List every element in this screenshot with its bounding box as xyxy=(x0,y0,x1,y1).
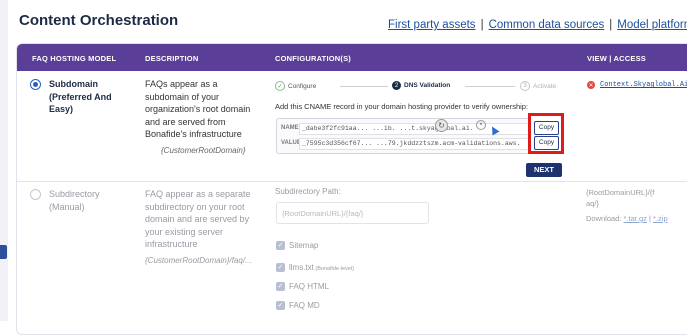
header-model: FAQ HOSTING MODEL xyxy=(32,54,117,63)
description-subdomain: FAQs appear as a subdomain of your organ… xyxy=(145,78,250,157)
check-icon: ✓ xyxy=(275,81,285,91)
copy-value-button[interactable]: Copy xyxy=(534,136,559,150)
cname-value-value[interactable]: _7595c3d356cf67... ...79.jkddzztszm.acm-… xyxy=(299,138,529,150)
top-links: First party assets | Common data sources | M… xyxy=(388,19,687,31)
sitemap-checkbox[interactable]: ✓ xyxy=(276,241,285,250)
step-connector xyxy=(340,86,388,87)
link-first-party-assets[interactable]: First party assets xyxy=(388,19,476,31)
header-description: DESCRIPTION xyxy=(145,54,199,63)
table-header: FAQ HOSTING MODEL DESCRIPTION CONFIGURAT… xyxy=(17,44,687,71)
desc-line: organization's root domain xyxy=(145,104,251,114)
download-label: Download: xyxy=(586,214,622,223)
description-subdirectory: FAQ appear as a separate subdirectory on… xyxy=(145,188,252,267)
step-number: 3 xyxy=(520,81,530,91)
llms-label: llms.txt (Bonafide-level) xyxy=(289,263,354,272)
next-button[interactable]: NEXT xyxy=(526,163,562,177)
radio-subdomain[interactable] xyxy=(30,79,41,90)
row-divider xyxy=(17,181,687,182)
step-activate: 3 Activate xyxy=(520,81,556,91)
check-label-text: llms.txt xyxy=(289,263,314,272)
model-subdomain[interactable]: Subdomain (Preferred And Easy) xyxy=(49,78,112,116)
model-label-line: Subdomain xyxy=(49,79,98,89)
model-subdirectory[interactable]: Subdirectory (Manual) xyxy=(49,188,100,213)
subdirectory-path-label: Subdirectory Path: xyxy=(275,187,341,196)
cname-instruction: Add this CNAME record in your domain hos… xyxy=(275,102,529,111)
faq-md-label: FAQ MD xyxy=(289,301,320,310)
model-label-line: (Preferred And xyxy=(49,91,112,102)
copy-name-button[interactable]: Copy xyxy=(534,121,559,135)
step-label: Configure xyxy=(288,82,317,90)
download-tar-link[interactable]: *.tar.gz xyxy=(624,214,647,223)
link-model-platforms[interactable]: Model platforms xyxy=(617,19,687,31)
value-label: VALUE xyxy=(281,140,301,146)
desc-line: infrastructure xyxy=(145,239,198,249)
llms-checkbox[interactable]: ✓ xyxy=(276,263,285,272)
step-dns-validation: 2 DNS Validation xyxy=(392,81,450,90)
check-label-text: FAQ HTML xyxy=(289,282,330,291)
header-configuration: CONFIGURATION(S) xyxy=(275,54,351,63)
desc-line: your existing server xyxy=(145,226,224,237)
model-label-line: Subdirectory xyxy=(49,189,100,199)
check-label-text: FAQ MD xyxy=(289,301,320,310)
sitemap-label: Sitemap xyxy=(289,241,318,250)
subdomain-link[interactable]: Context.Skyaglobal.Ai xyxy=(600,81,687,89)
desc-example: {CustomerRootDomain}/faq/... xyxy=(145,255,252,265)
name-label: NAME xyxy=(281,125,299,131)
link-common-data-sources[interactable]: Common data sources xyxy=(489,19,605,31)
desc-line: and are served from xyxy=(145,116,226,127)
desc-line: domain and are served by xyxy=(145,214,250,224)
step-label: DNS Validation xyxy=(404,82,451,89)
desc-line: subdomain of your xyxy=(145,91,220,102)
hosting-table: FAQ HOSTING MODEL DESCRIPTION CONFIGURAT… xyxy=(16,43,687,335)
step-label: Activate xyxy=(533,82,557,90)
model-label-line: (Manual) xyxy=(49,201,85,212)
subdirectory-path-input[interactable]: {RootDomainURL}/{faq/} xyxy=(276,202,429,224)
view-access-subdirectory: {RootDomainURL}/{f aq/} Download: *.tar.… xyxy=(586,188,668,223)
link-separator: | xyxy=(480,19,484,31)
error-icon: ✕ xyxy=(587,81,595,89)
header-view-access: VIEW | ACCESS xyxy=(587,54,647,63)
download-zip-link[interactable]: *.zip xyxy=(653,214,668,223)
check-label-text: Sitemap xyxy=(289,241,319,250)
faq-md-checkbox[interactable]: ✓ xyxy=(276,301,285,310)
desc-line: Bonafide's infrastructure xyxy=(145,129,242,139)
sidebar-active-marker xyxy=(0,245,7,259)
desc-example: {CustomerRootDomain} xyxy=(161,145,246,155)
desc-line: FAQ appear as a separate xyxy=(145,189,251,199)
check-label-note: (Bonafide-level) xyxy=(313,266,354,272)
link-separator: | xyxy=(609,19,613,31)
faq-html-label: FAQ HTML xyxy=(289,282,329,291)
radio-subdirectory[interactable] xyxy=(30,189,41,200)
view-path-line: aq/} xyxy=(586,199,599,208)
view-access-subdomain: ✕ Context.Skyaglobal.Ai xyxy=(587,81,687,89)
view-path-line: {RootDomainURL}/{f xyxy=(586,188,655,197)
model-label-line: Easy) xyxy=(49,104,74,114)
faq-html-checkbox[interactable]: ✓ xyxy=(276,282,285,291)
step-configure: ✓ Configure xyxy=(275,81,316,91)
step-connector xyxy=(465,86,515,87)
desc-line: subdirectory on your root xyxy=(145,201,245,212)
cname-record: NAME _dabe3f2fc91aa... ...ib. ...t.skyag… xyxy=(276,118,531,154)
desc-line: FAQs appear as a xyxy=(145,79,218,89)
page-title: Content Orchestration xyxy=(19,12,179,29)
loading-spinner-icon: ↻ xyxy=(435,119,448,132)
close-icon[interactable]: × xyxy=(476,120,486,130)
step-number: 2 xyxy=(392,81,401,90)
sidebar-edge xyxy=(0,0,8,321)
stepper: ✓ Configure 2 DNS Validation 3 Activate xyxy=(275,81,575,93)
